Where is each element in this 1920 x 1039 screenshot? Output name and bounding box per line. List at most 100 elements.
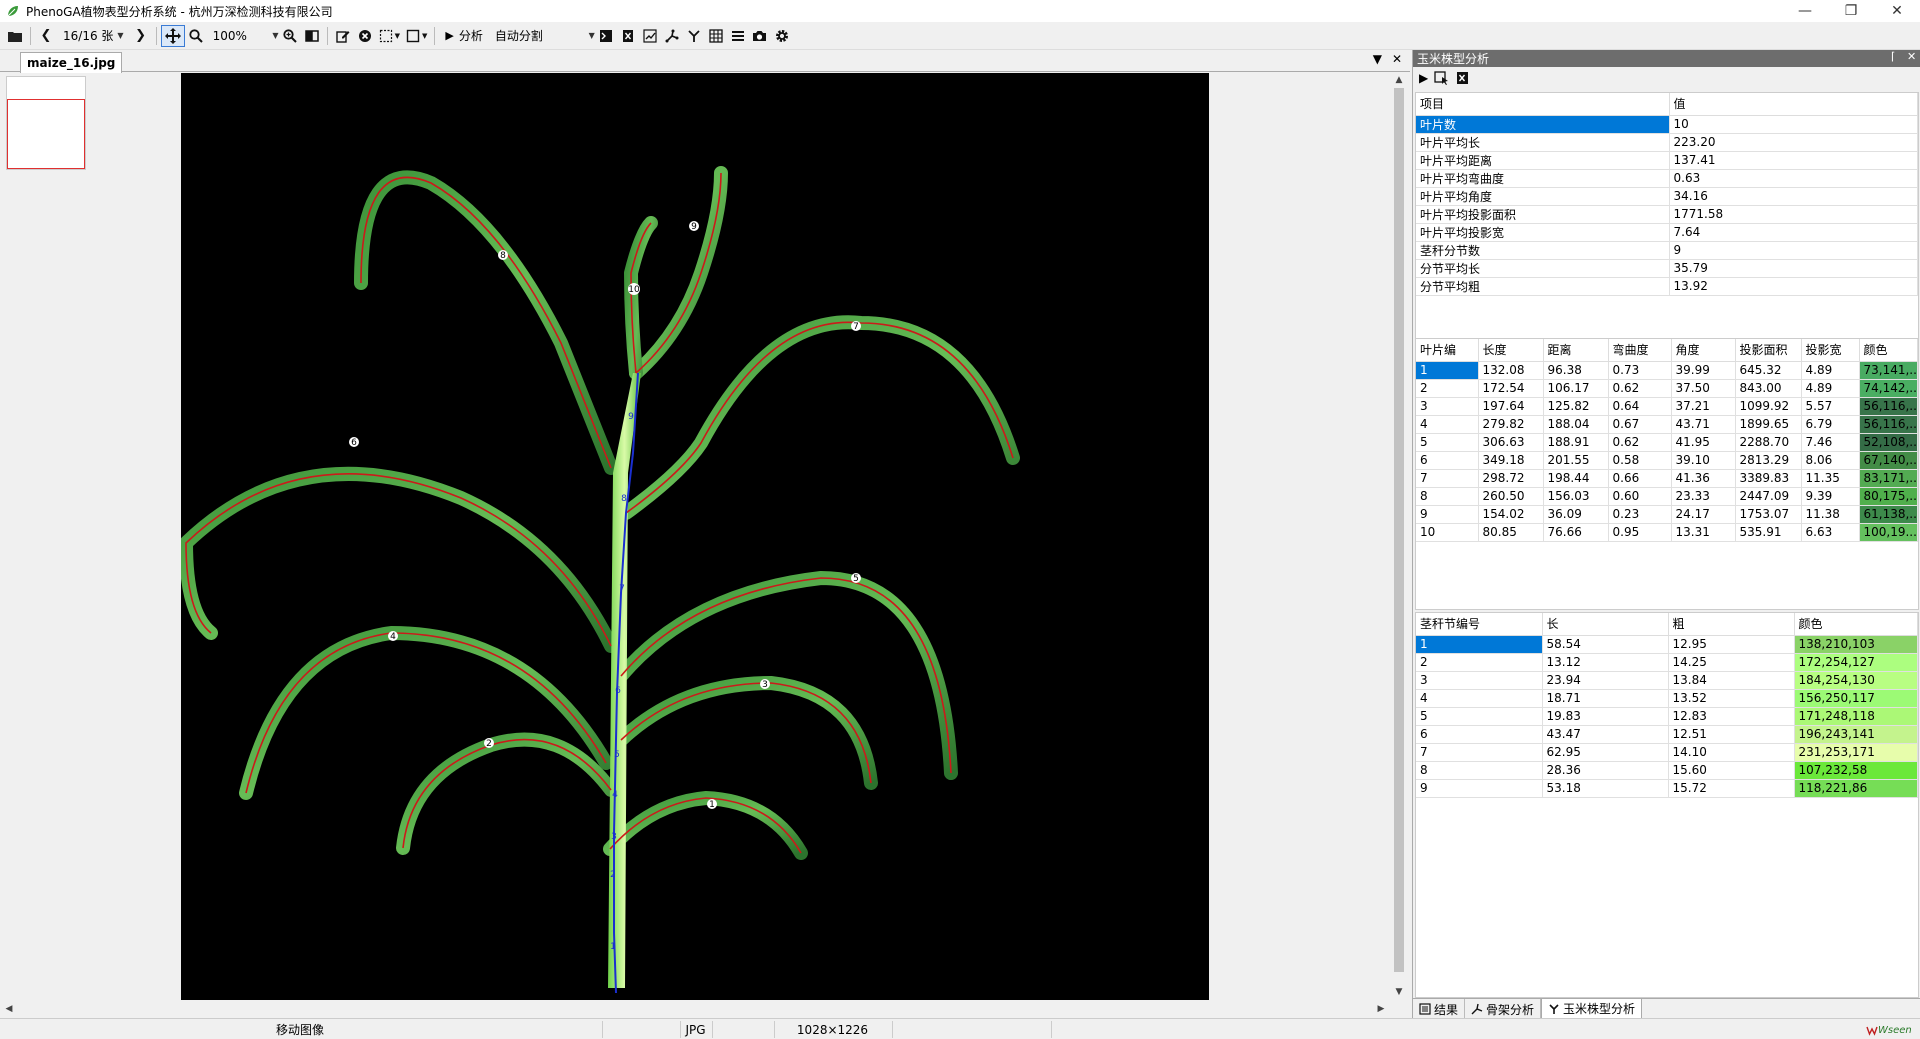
table-cell[interactable]: 349.18 (1478, 451, 1544, 470)
scrollbar-thumb[interactable] (1394, 88, 1404, 972)
gear-icon[interactable] (771, 25, 793, 47)
table-cell[interactable]: 23.33 (1671, 487, 1736, 506)
table-cell[interactable]: 1 (1416, 361, 1479, 380)
table-cell[interactable]: 1771.58 (1669, 205, 1918, 224)
table-row[interactable]: 叶片平均投影宽 7.64 (1416, 223, 1918, 242)
column-header[interactable]: 投影面积 (1735, 339, 1802, 362)
table-cell[interactable]: 279.82 (1478, 415, 1544, 434)
table-cell[interactable]: 6.79 (1801, 415, 1860, 434)
table-cell[interactable]: 39.99 (1671, 361, 1736, 380)
table-row[interactable]: 1 132.08 96.38 0.73 39.99 645.32 4.89 73,141,..… (1416, 361, 1918, 380)
color-swatch-cell[interactable]: 74,142,... (1859, 379, 1918, 398)
table-row[interactable]: 9 53.18 15.72 118,221,86 (1416, 779, 1918, 798)
table-cell[interactable]: 9.39 (1801, 487, 1860, 506)
table-cell[interactable]: 7.46 (1801, 433, 1860, 452)
table-cell[interactable]: 4.89 (1801, 361, 1860, 380)
table-cell[interactable]: 2447.09 (1735, 487, 1802, 506)
table-row[interactable]: 叶片数 10 (1416, 115, 1918, 134)
tab-close-icon[interactable]: ✕ (1392, 52, 1402, 66)
color-swatch-cell[interactable]: 196,243,141 (1794, 725, 1918, 744)
table-cell[interactable]: 12.51 (1668, 725, 1795, 744)
camera-icon[interactable] (749, 25, 771, 47)
table-cell[interactable]: 7.64 (1669, 223, 1918, 242)
table-row[interactable]: 叶片平均投影面积 1771.58 (1416, 205, 1918, 224)
table-cell[interactable]: 260.50 (1478, 487, 1544, 506)
table-row[interactable]: 叶片平均弯曲度 0.63 (1416, 169, 1918, 188)
folder-icon[interactable] (4, 25, 26, 47)
table-cell[interactable]: 41.95 (1671, 433, 1736, 452)
column-header[interactable]: 长度 (1478, 339, 1544, 362)
table-row[interactable]: 3 197.64 125.82 0.64 37.21 1099.92 5.57 56,116,… (1416, 397, 1918, 416)
table-cell[interactable]: 28.36 (1542, 761, 1669, 780)
page-counter-select[interactable]: 16/16 张 ▼ (57, 25, 130, 47)
table-row[interactable]: 4 279.82 188.04 0.67 43.71 1899.65 6.79 56,116,… (1416, 415, 1918, 434)
color-swatch-cell[interactable]: 56,116,... (1859, 397, 1918, 416)
table-cell[interactable]: 156.03 (1543, 487, 1609, 506)
table-cell[interactable]: 76.66 (1543, 523, 1609, 542)
table-cell[interactable]: 9 (1416, 779, 1543, 798)
table-row[interactable]: 7 298.72 198.44 0.66 41.36 3389.83 11.35 83,171… (1416, 469, 1918, 488)
grid-icon[interactable] (705, 25, 727, 47)
table-row[interactable]: 5 306.63 188.91 0.62 41.95 2288.70 7.46 52,108,… (1416, 433, 1918, 452)
table-cell[interactable]: 306.63 (1478, 433, 1544, 452)
column-header[interactable]: 项目 (1416, 93, 1670, 116)
table-cell[interactable]: 96.38 (1543, 361, 1609, 380)
table-cell[interactable]: 12.83 (1668, 707, 1795, 726)
table-cell[interactable]: 15.72 (1668, 779, 1795, 798)
table-cell[interactable]: 2813.29 (1735, 451, 1802, 470)
color-swatch-cell[interactable]: 107,232,58 (1794, 761, 1918, 780)
table-cell[interactable]: 80.85 (1478, 523, 1544, 542)
color-swatch-cell[interactable]: 52,108,... (1859, 433, 1918, 452)
table-cell[interactable]: 188.04 (1543, 415, 1609, 434)
next-image-icon[interactable]: ❯ (130, 25, 152, 47)
table-row[interactable]: 叶片平均角度 34.16 (1416, 187, 1918, 206)
table-cell[interactable]: 8 (1416, 761, 1543, 780)
column-header[interactable]: 颜色 (1859, 339, 1918, 362)
table-cell[interactable]: 2 (1416, 653, 1543, 672)
table-cell[interactable]: 7 (1416, 469, 1479, 488)
table-cell[interactable]: 2 (1416, 379, 1479, 398)
color-swatch-cell[interactable]: 171,248,118 (1794, 707, 1918, 726)
table-cell[interactable]: 198.44 (1543, 469, 1609, 488)
table-cell[interactable]: 0.58 (1608, 451, 1672, 470)
prev-image-icon[interactable]: ❮ (35, 25, 57, 47)
column-header[interactable]: 颜色 (1794, 613, 1918, 636)
table-row[interactable]: 叶片平均长 223.20 (1416, 133, 1918, 152)
table-cell[interactable]: 15.60 (1668, 761, 1795, 780)
chart-icon[interactable] (639, 25, 661, 47)
table-row[interactable]: 4 18.71 13.52 156,250,117 (1416, 689, 1918, 708)
table-cell[interactable]: 37.21 (1671, 397, 1736, 416)
column-header[interactable]: 弯曲度 (1608, 339, 1672, 362)
table-cell[interactable]: 188.91 (1543, 433, 1609, 452)
table-cell[interactable]: 35.79 (1669, 259, 1918, 278)
table-cell[interactable]: 5.57 (1801, 397, 1860, 416)
color-swatch-cell[interactable]: 67,140,... (1859, 451, 1918, 470)
column-header[interactable]: 长 (1542, 613, 1669, 636)
table-cell[interactable]: 106.17 (1543, 379, 1609, 398)
table-cell[interactable]: 3 (1416, 671, 1543, 690)
table-cell[interactable]: 19.83 (1542, 707, 1669, 726)
table-cell[interactable]: 8.06 (1801, 451, 1860, 470)
column-header[interactable]: 距离 (1543, 339, 1609, 362)
minimize-icon[interactable]: — (1782, 0, 1828, 22)
table-cell[interactable]: 茎秆分节数 (1416, 241, 1670, 260)
table-cell[interactable]: 298.72 (1478, 469, 1544, 488)
table-cell[interactable]: 645.32 (1735, 361, 1802, 380)
table-cell[interactable]: 叶片平均投影面积 (1416, 205, 1670, 224)
table-row[interactable]: 3 23.94 13.84 184,254,130 (1416, 671, 1918, 690)
table-cell[interactable]: 9 (1416, 505, 1479, 524)
table-cell[interactable]: 6 (1416, 725, 1543, 744)
table-cell[interactable]: 1099.92 (1735, 397, 1802, 416)
column-header[interactable]: 角度 (1671, 339, 1736, 362)
skeleton-icon[interactable] (661, 25, 683, 47)
run-icon[interactable]: ▶ (1419, 71, 1428, 85)
color-swatch-cell[interactable]: 73,141,... (1859, 361, 1918, 380)
table-cell[interactable]: 13.92 (1669, 277, 1918, 296)
table-cell[interactable]: 分节平均粗 (1416, 277, 1670, 296)
table-cell[interactable]: 12.95 (1668, 635, 1795, 654)
table-cell[interactable]: 34.16 (1669, 187, 1918, 206)
table-cell[interactable]: 39.10 (1671, 451, 1736, 470)
table-cell[interactable]: 0.66 (1608, 469, 1672, 488)
table-cell[interactable]: 1 (1416, 635, 1543, 654)
tab-maize-analysis[interactable]: 玉米株型分析 (1541, 999, 1643, 1019)
